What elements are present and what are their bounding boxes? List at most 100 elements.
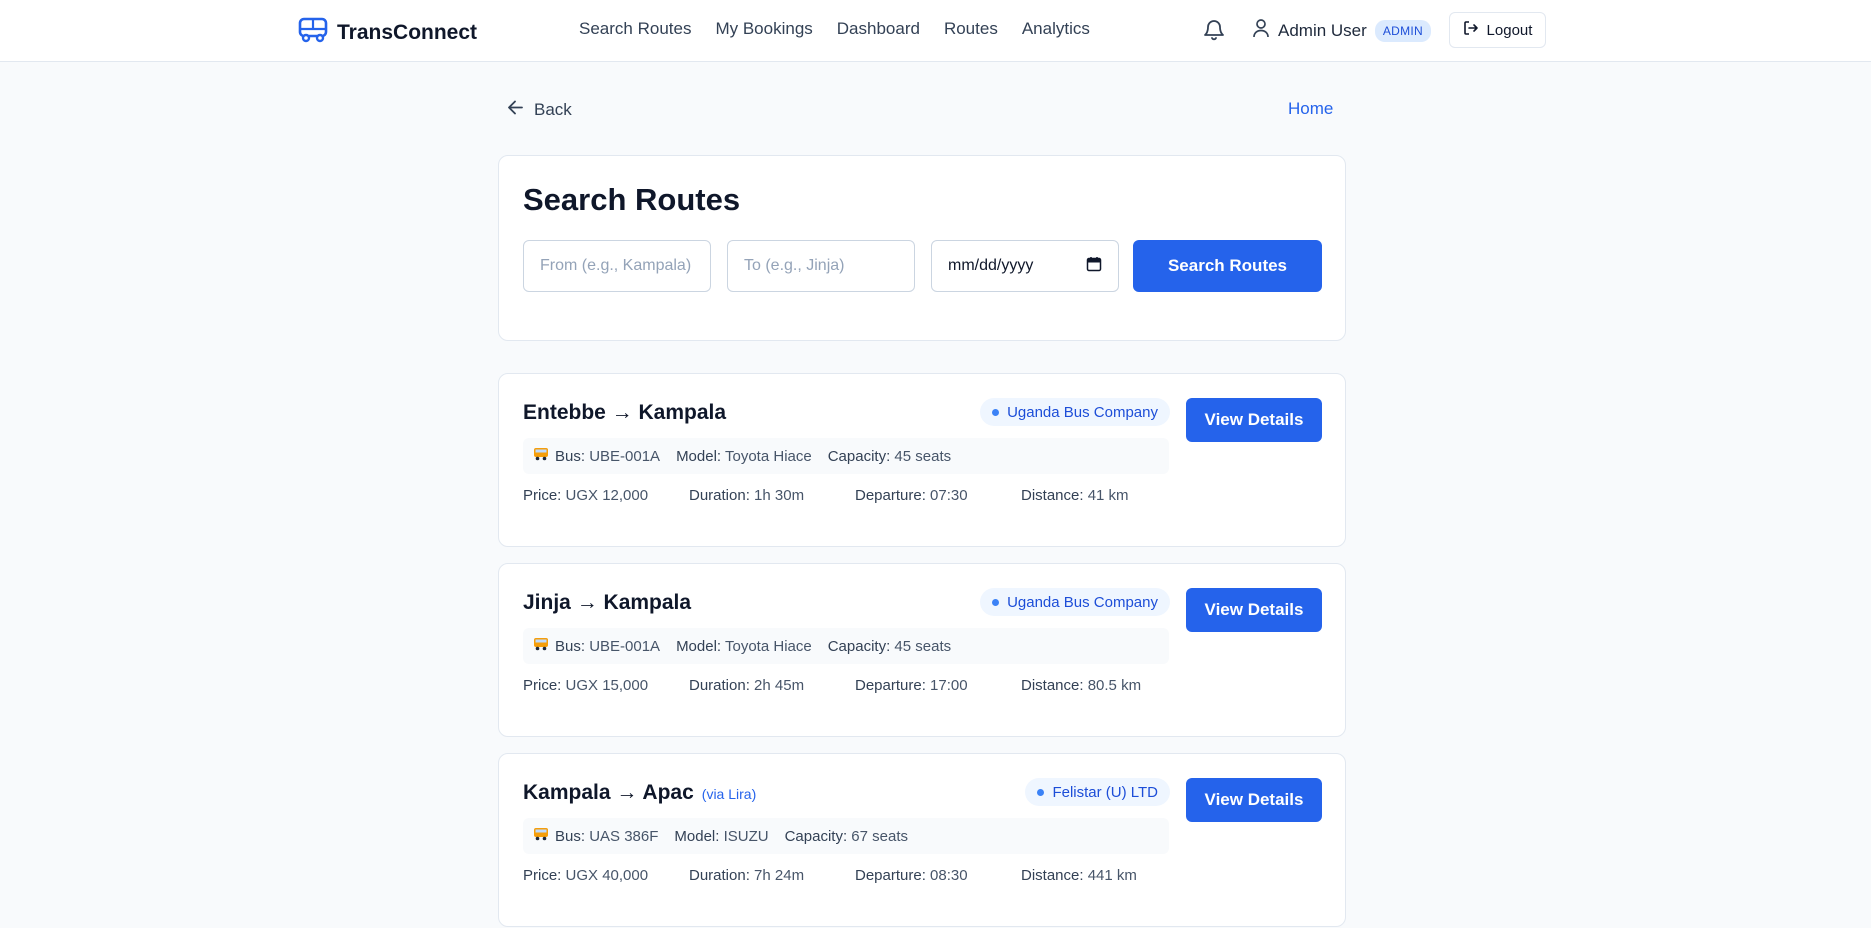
bus-info: Bus: UBE-001A <box>533 447 660 465</box>
main-nav: Search Routes My Bookings Dashboard Rout… <box>579 19 1090 39</box>
dot-icon <box>992 408 1000 416</box>
departure-label: Departure: <box>855 677 926 694</box>
bus-model: Toyota Hiace <box>725 637 812 655</box>
duration-label: Duration: <box>689 487 750 504</box>
bus-info-row: Bus: UBE-001A Model: Toyota Hiace Capaci… <box>523 438 1169 474</box>
route-duration: 2h 45m <box>754 677 805 694</box>
user-name: Admin User <box>1278 20 1367 40</box>
capacity-label: Capacity: <box>827 447 891 465</box>
capacity-label: Capacity: <box>827 637 891 655</box>
role-badge: ADMIN <box>1374 19 1431 42</box>
route-title: Kampala → Apac (via Lira) <box>523 781 756 805</box>
from-input[interactable] <box>523 240 711 292</box>
bus-plate: UAS 386F <box>589 827 659 845</box>
bus-label: Bus: <box>555 827 586 845</box>
page-title: Search Routes <box>523 182 741 217</box>
calendar-icon[interactable] <box>1086 256 1102 277</box>
route-card: Entebbe → Kampala Uganda Bus Company Vie… <box>498 373 1346 547</box>
route-departure: 17:00 <box>930 677 968 694</box>
company-name: Uganda Bus Company <box>1007 403 1158 421</box>
distance-label: Distance: <box>1021 487 1084 504</box>
route-duration: 1h 30m <box>754 487 805 504</box>
search-card: Search Routes mm/dd/yyyy Search Routes <box>498 155 1346 341</box>
bus-plate: UBE-001A <box>589 447 661 465</box>
nav-analytics[interactable]: Analytics <box>1022 19 1090 39</box>
route-stats: Price: UGX 12,000 Duration: 1h 30m Depar… <box>523 487 1187 504</box>
route-name: Kampala → Apac <box>523 781 694 804</box>
route-title: Jinja → Kampala <box>523 591 691 615</box>
bus-logo-icon <box>298 17 328 48</box>
departure-label: Departure: <box>855 867 926 884</box>
nav-routes[interactable]: Routes <box>944 19 998 39</box>
bus-label: Bus: <box>555 637 586 655</box>
brand-name: TransConnect <box>337 20 478 44</box>
user-menu[interactable]: Admin User ADMIN <box>1252 18 1431 43</box>
distance-label: Distance: <box>1021 867 1084 884</box>
route-price: UGX 15,000 <box>565 677 649 694</box>
user-icon <box>1252 18 1270 43</box>
bus-capacity: 45 seats <box>894 447 952 465</box>
company-badge: Uganda Bus Company <box>980 588 1170 616</box>
dot-icon <box>1037 788 1045 796</box>
capacity-label: Capacity: <box>784 827 848 845</box>
home-link[interactable]: Home <box>1288 99 1333 119</box>
route-name: Entebbe → Kampala <box>523 401 727 424</box>
bus-capacity: 67 seats <box>851 827 909 845</box>
to-input[interactable] <box>727 240 915 292</box>
model-label: Model: <box>676 447 722 465</box>
route-price: UGX 40,000 <box>565 867 649 884</box>
route-price: UGX 12,000 <box>565 487 649 504</box>
price-label: Price: <box>523 487 562 504</box>
date-placeholder: mm/dd/yyyy <box>948 257 1034 274</box>
bus-info-row: Bus: UBE-001A Model: Toyota Hiace Capaci… <box>523 628 1169 664</box>
departure-label: Departure: <box>855 487 926 504</box>
bus-capacity: 45 seats <box>894 637 952 655</box>
logout-label: Logout <box>1486 21 1533 39</box>
bus-info: Bus: UBE-001A <box>533 637 660 655</box>
model-label: Model: <box>674 827 720 845</box>
price-label: Price: <box>523 867 562 884</box>
route-card: Jinja → Kampala Uganda Bus Company View … <box>498 563 1346 737</box>
nav-my-bookings[interactable]: My Bookings <box>715 19 812 39</box>
bus-emoji-icon <box>533 637 549 655</box>
route-duration: 7h 24m <box>754 867 805 884</box>
bus-info: Bus: UAS 386F <box>533 827 658 845</box>
view-details-button[interactable]: View Details <box>1186 588 1322 632</box>
brand[interactable]: TransConnect <box>298 17 477 48</box>
company-badge: Felistar (U) LTD <box>1025 778 1170 806</box>
price-label: Price: <box>523 677 562 694</box>
route-distance: 441 km <box>1087 867 1137 884</box>
back-button[interactable]: Back <box>507 99 572 121</box>
bus-plate: UBE-001A <box>589 637 661 655</box>
route-stats: Price: UGX 40,000 Duration: 7h 24m Depar… <box>523 867 1187 884</box>
logout-button[interactable]: Logout <box>1449 12 1546 48</box>
view-details-button[interactable]: View Details <box>1186 398 1322 442</box>
route-distance: 41 km <box>1087 487 1129 504</box>
company-name: Felistar (U) LTD <box>1052 783 1158 801</box>
top-navbar: TransConnect Search Routes My Bookings D… <box>0 0 1871 62</box>
bus-model: ISUZU <box>723 827 769 845</box>
model-label: Model: <box>676 637 722 655</box>
bus-info-row: Bus: UAS 386F Model: ISUZU Capacity: 67 … <box>523 818 1169 854</box>
company-name: Uganda Bus Company <box>1007 593 1158 611</box>
nav-dashboard[interactable]: Dashboard <box>837 19 920 39</box>
logout-icon <box>1463 20 1479 40</box>
dot-icon <box>992 598 1000 606</box>
view-details-button[interactable]: View Details <box>1186 778 1322 822</box>
date-input[interactable]: mm/dd/yyyy <box>931 240 1119 292</box>
route-title: Entebbe → Kampala <box>523 401 726 425</box>
bus-emoji-icon <box>533 827 549 845</box>
duration-label: Duration: <box>689 677 750 694</box>
bus-label: Bus: <box>555 447 586 465</box>
bus-model: Toyota Hiace <box>725 447 812 465</box>
company-badge: Uganda Bus Company <box>980 398 1170 426</box>
arrow-left-icon <box>507 99 524 121</box>
route-card: Kampala → Apac (via Lira) Felistar (U) L… <box>498 753 1346 927</box>
duration-label: Duration: <box>689 867 750 884</box>
route-name: Jinja → Kampala <box>523 591 692 614</box>
search-routes-button[interactable]: Search Routes <box>1133 240 1322 292</box>
distance-label: Distance: <box>1021 677 1084 694</box>
route-via: (via Lira) <box>701 786 757 802</box>
bell-icon[interactable] <box>1203 17 1225 46</box>
nav-search-routes[interactable]: Search Routes <box>579 19 691 39</box>
